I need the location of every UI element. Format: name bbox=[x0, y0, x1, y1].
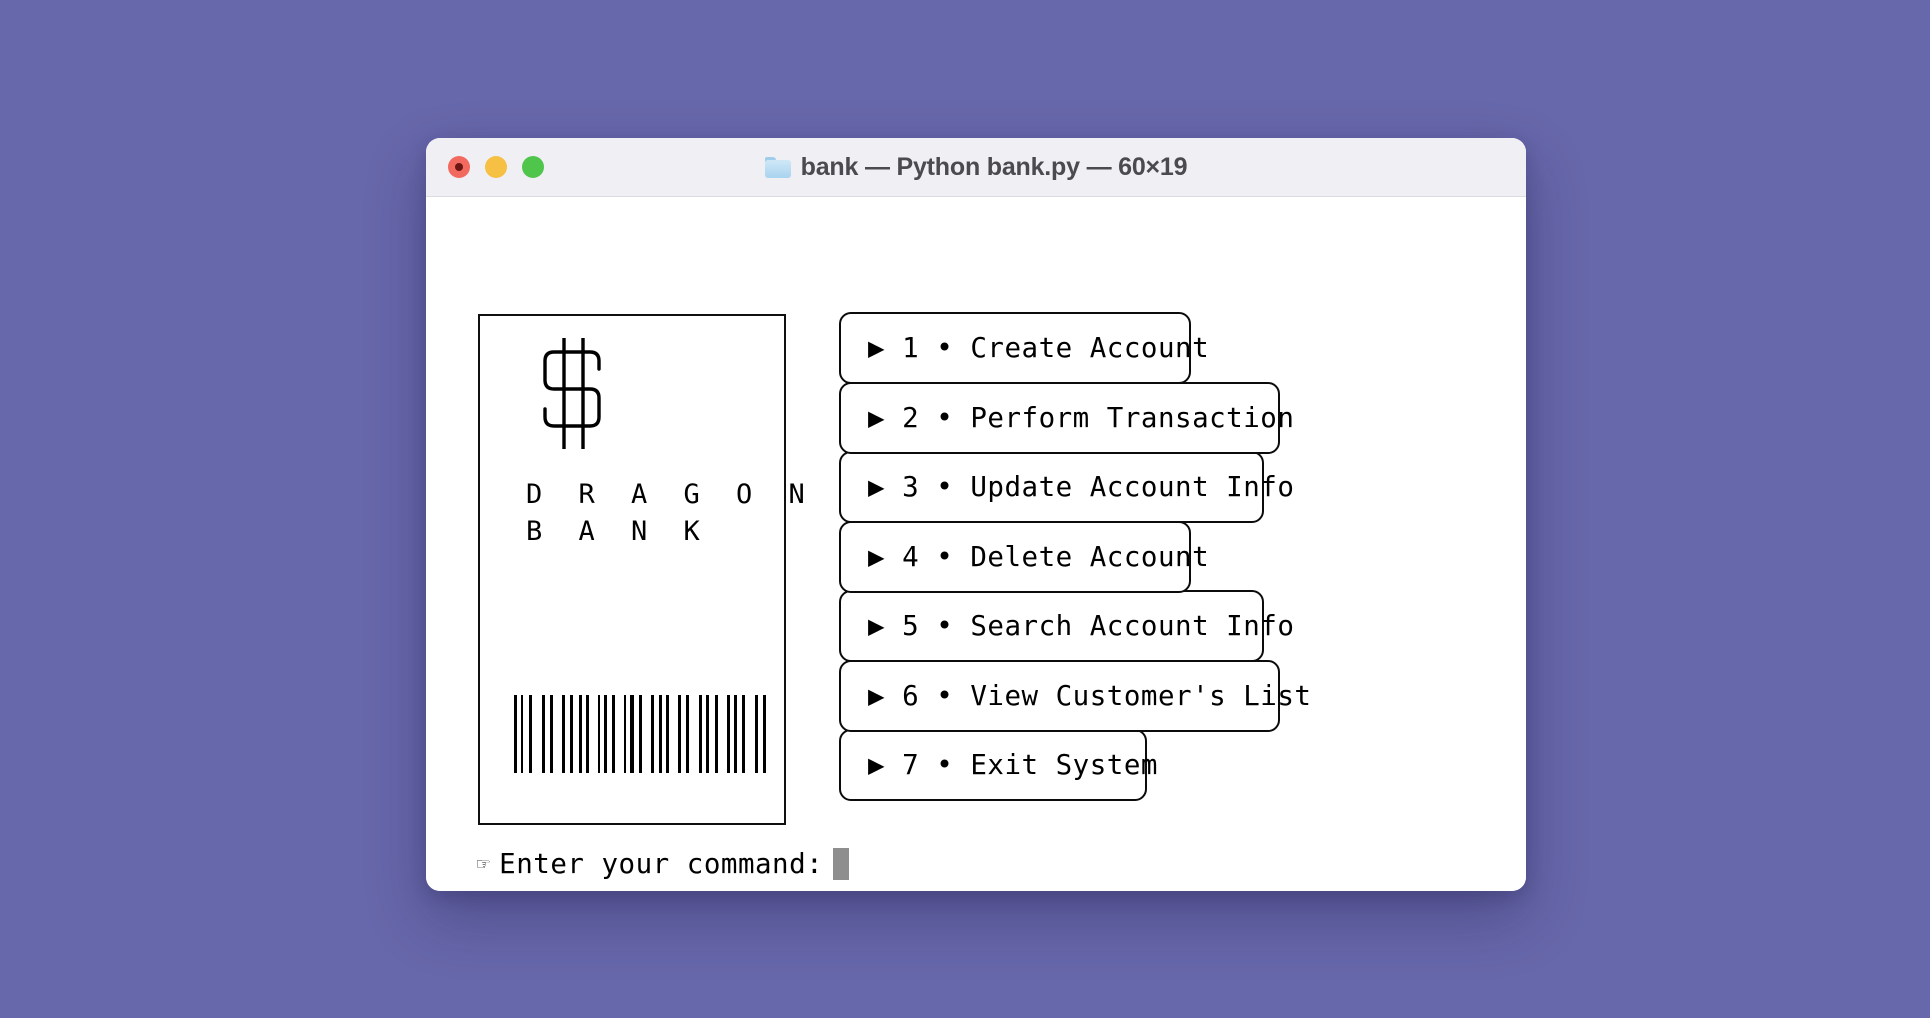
barcode bbox=[514, 695, 766, 773]
menu-item-delete-account[interactable]: ▶ 4 • Delete Account bbox=[839, 520, 1209, 593]
dollar-sign-icon bbox=[525, 333, 635, 453]
barcode-gap bbox=[532, 695, 542, 773]
close-icon bbox=[455, 163, 463, 171]
menu-item-perform-transaction[interactable]: ▶ 2 • Perform Transaction bbox=[839, 381, 1294, 454]
barcode-gap bbox=[689, 695, 699, 773]
close-button[interactable] bbox=[448, 156, 470, 178]
menu-item-label: ▶ 5 • Search Account Info bbox=[868, 610, 1295, 642]
menu-item-update-account-info[interactable]: ▶ 3 • Update Account Info bbox=[839, 451, 1294, 523]
pointing-hand-icon: ☞ bbox=[477, 851, 491, 876]
menu-item-search-account-info[interactable]: ▶ 5 • Search Account Info bbox=[839, 590, 1294, 662]
window-title-group: bank — Python bank.py — 60×19 bbox=[426, 138, 1526, 196]
menu-item-exit-system[interactable]: ▶ 7 • Exit System bbox=[839, 729, 1157, 801]
barcode-gap bbox=[745, 695, 755, 773]
menu-item-label: ▶ 4 • Delete Account bbox=[868, 540, 1210, 573]
window-titlebar: bank — Python bank.py — 60×19 bbox=[426, 138, 1526, 197]
menu-item-create-account[interactable]: ▶ 1 • Create Account bbox=[839, 312, 1209, 384]
command-prompt-label: Enter your command: bbox=[499, 848, 824, 880]
barcode-gap bbox=[615, 695, 624, 773]
menu-item-label: ▶ 2 • Perform Transaction bbox=[868, 401, 1295, 434]
barcode-gap bbox=[718, 695, 727, 773]
maximize-button[interactable] bbox=[522, 156, 544, 178]
text-cursor bbox=[833, 848, 850, 880]
folder-icon bbox=[764, 156, 791, 178]
terminal-body: D R A G O N B A N K ▶ 1 • Create Account… bbox=[426, 197, 1526, 891]
barcode-gap bbox=[669, 695, 678, 773]
minimize-button[interactable] bbox=[485, 156, 507, 178]
barcode-gap bbox=[642, 695, 651, 773]
command-prompt[interactable]: ☞ Enter your command: bbox=[477, 848, 850, 880]
menu-item-view-customers-list[interactable]: ▶ 6 • View Customer's List bbox=[839, 659, 1311, 732]
menu-item-label: ▶ 7 • Exit System bbox=[868, 749, 1158, 781]
window-title: bank — Python bank.py — 60×19 bbox=[800, 152, 1188, 181]
traffic-light-group bbox=[426, 156, 544, 178]
barcode-gap bbox=[589, 695, 598, 773]
menu-item-label: ▶ 3 • Update Account Info bbox=[868, 471, 1295, 503]
menu-item-label: ▶ 6 • View Customer's List bbox=[868, 679, 1312, 712]
terminal-window: bank — Python bank.py — 60×19 D R A G O … bbox=[426, 138, 1526, 891]
main-menu: ▶ 1 • Create Account ▶ 2 • Perform Trans… bbox=[839, 312, 1311, 801]
barcode-gap bbox=[553, 695, 562, 773]
menu-item-label: ▶ 1 • Create Account bbox=[868, 332, 1210, 364]
brand-name: D R A G O N B A N K bbox=[526, 479, 815, 547]
bank-logo-card: D R A G O N B A N K bbox=[478, 314, 805, 825]
barcode-bar bbox=[763, 695, 766, 773]
